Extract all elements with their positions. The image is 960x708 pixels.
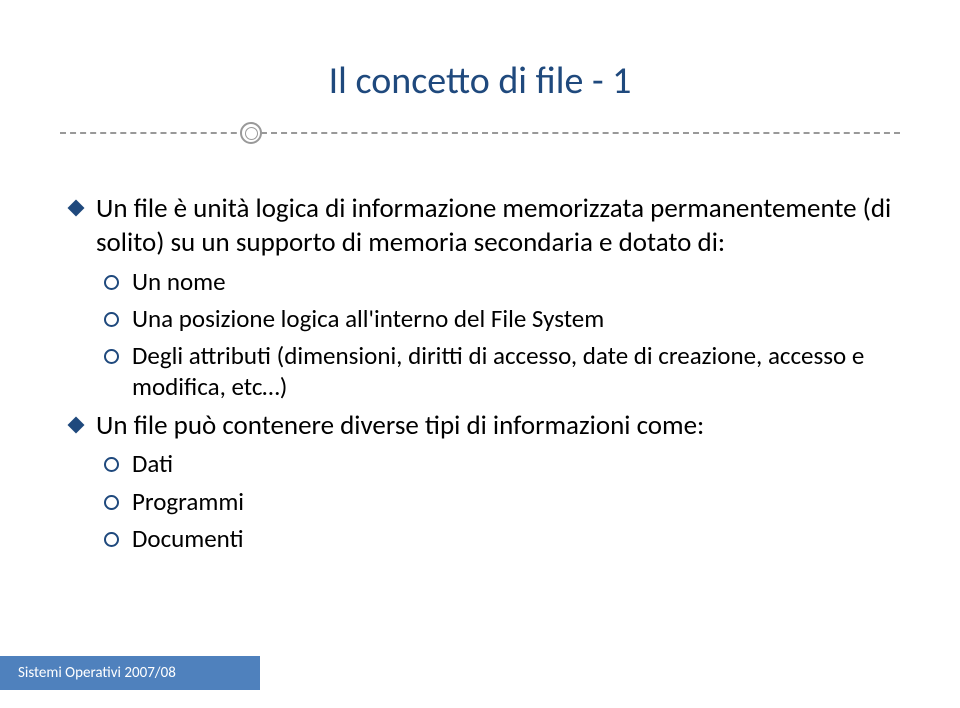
- bullet-text: Una posizione logica all'interno del Fil…: [132, 303, 604, 334]
- bullet-text: Un file può contenere diverse tipi di in…: [96, 409, 704, 442]
- footer-text: Sistemi Operativi 2007/08: [18, 664, 176, 682]
- bullet-text: Degli attributi (dimensioni, diritti di …: [132, 340, 864, 402]
- bullet-text: Programmi: [132, 486, 244, 517]
- slide-body: Un file è unità logica di informazione m…: [60, 192, 900, 554]
- bullet-text: Un nome: [132, 266, 226, 297]
- slide: Il concetto di file - 1 Un file è unità …: [0, 0, 960, 708]
- bullet-text: Dati: [132, 448, 173, 479]
- bullet-level1: Un file è unità logica di informazione m…: [60, 192, 900, 260]
- divider-ornament: [60, 122, 900, 144]
- slide-title: Il concetto di file - 1: [60, 58, 900, 104]
- bullet-level1: Un file può contenere diverse tipi di in…: [60, 409, 900, 443]
- bullet-level2: Un nome: [60, 266, 900, 297]
- divider-circle-inner: [245, 127, 258, 140]
- divider-line: [60, 132, 900, 134]
- bullet-text: Un file è unità logica di informazione m…: [96, 192, 891, 259]
- bullet-text: Documenti: [132, 523, 244, 554]
- bullet-level2: Documenti: [60, 523, 900, 554]
- footer-bar: Sistemi Operativi 2007/08: [0, 656, 260, 690]
- bullet-level2: Programmi: [60, 486, 900, 517]
- bullet-level2: Degli attributi (dimensioni, diritti di …: [60, 340, 900, 403]
- bullet-level2: Una posizione logica all'interno del Fil…: [60, 303, 900, 334]
- bullet-level2: Dati: [60, 448, 900, 479]
